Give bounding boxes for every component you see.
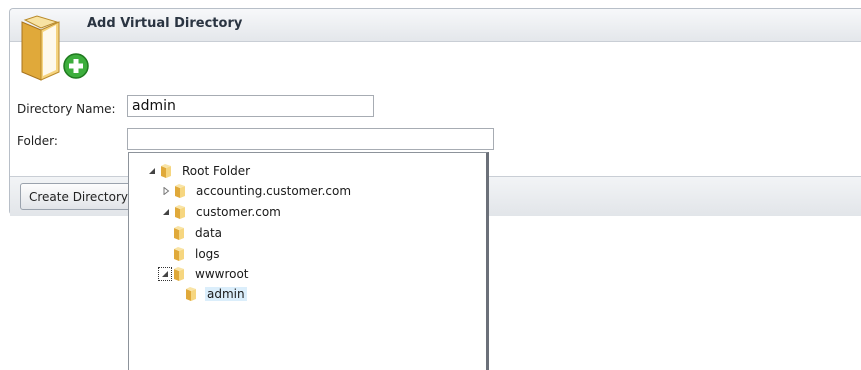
tree-node-wwwroot[interactable]: wwwroot (158, 265, 251, 283)
tree-node-customer[interactable]: customer.com (146, 203, 283, 221)
panel-title: Add Virtual Directory (87, 16, 243, 31)
add-virtual-directory-page: Add Virtual Directory Directory Name: Fo… (0, 0, 861, 370)
folder-icon (186, 287, 196, 301)
tree-node-data[interactable]: data (173, 224, 224, 242)
tree-node-logs[interactable]: logs (173, 245, 222, 263)
tree-label: admin (205, 287, 247, 301)
folder-icon (175, 205, 185, 219)
folder-input[interactable] (127, 128, 494, 150)
folder-icon (175, 184, 185, 198)
tree-node-admin[interactable]: admin (185, 285, 247, 303)
collapse-icon[interactable] (146, 165, 158, 177)
tree-label: customer.com (196, 205, 281, 219)
directory-name-input[interactable] (127, 95, 374, 117)
tree-label: accounting.customer.com (196, 184, 352, 198)
expand-icon[interactable] (160, 185, 172, 197)
folder-tree-dropdown: Root Folder accounting.customer.com cust… (128, 152, 489, 370)
folder-icon (174, 267, 184, 281)
collapse-icon[interactable] (158, 267, 172, 281)
folder-icon (174, 247, 184, 261)
folder-label: Folder: (17, 134, 58, 148)
tree-label: wwwroot (195, 267, 249, 281)
folder-add-icon (21, 15, 89, 81)
tree-label: Root Folder (182, 164, 251, 178)
tree-node-accounting[interactable]: accounting.customer.com (146, 182, 353, 200)
collapse-icon[interactable] (160, 206, 172, 218)
tree-label: logs (195, 247, 220, 261)
directory-name-label: Directory Name: (17, 102, 116, 116)
folder-icon (161, 164, 171, 178)
folder-icon (174, 226, 184, 240)
panel-header: Add Virtual Directory (10, 9, 861, 42)
tree-node-root[interactable]: Root Folder (146, 162, 252, 180)
tree-label: data (195, 226, 223, 240)
